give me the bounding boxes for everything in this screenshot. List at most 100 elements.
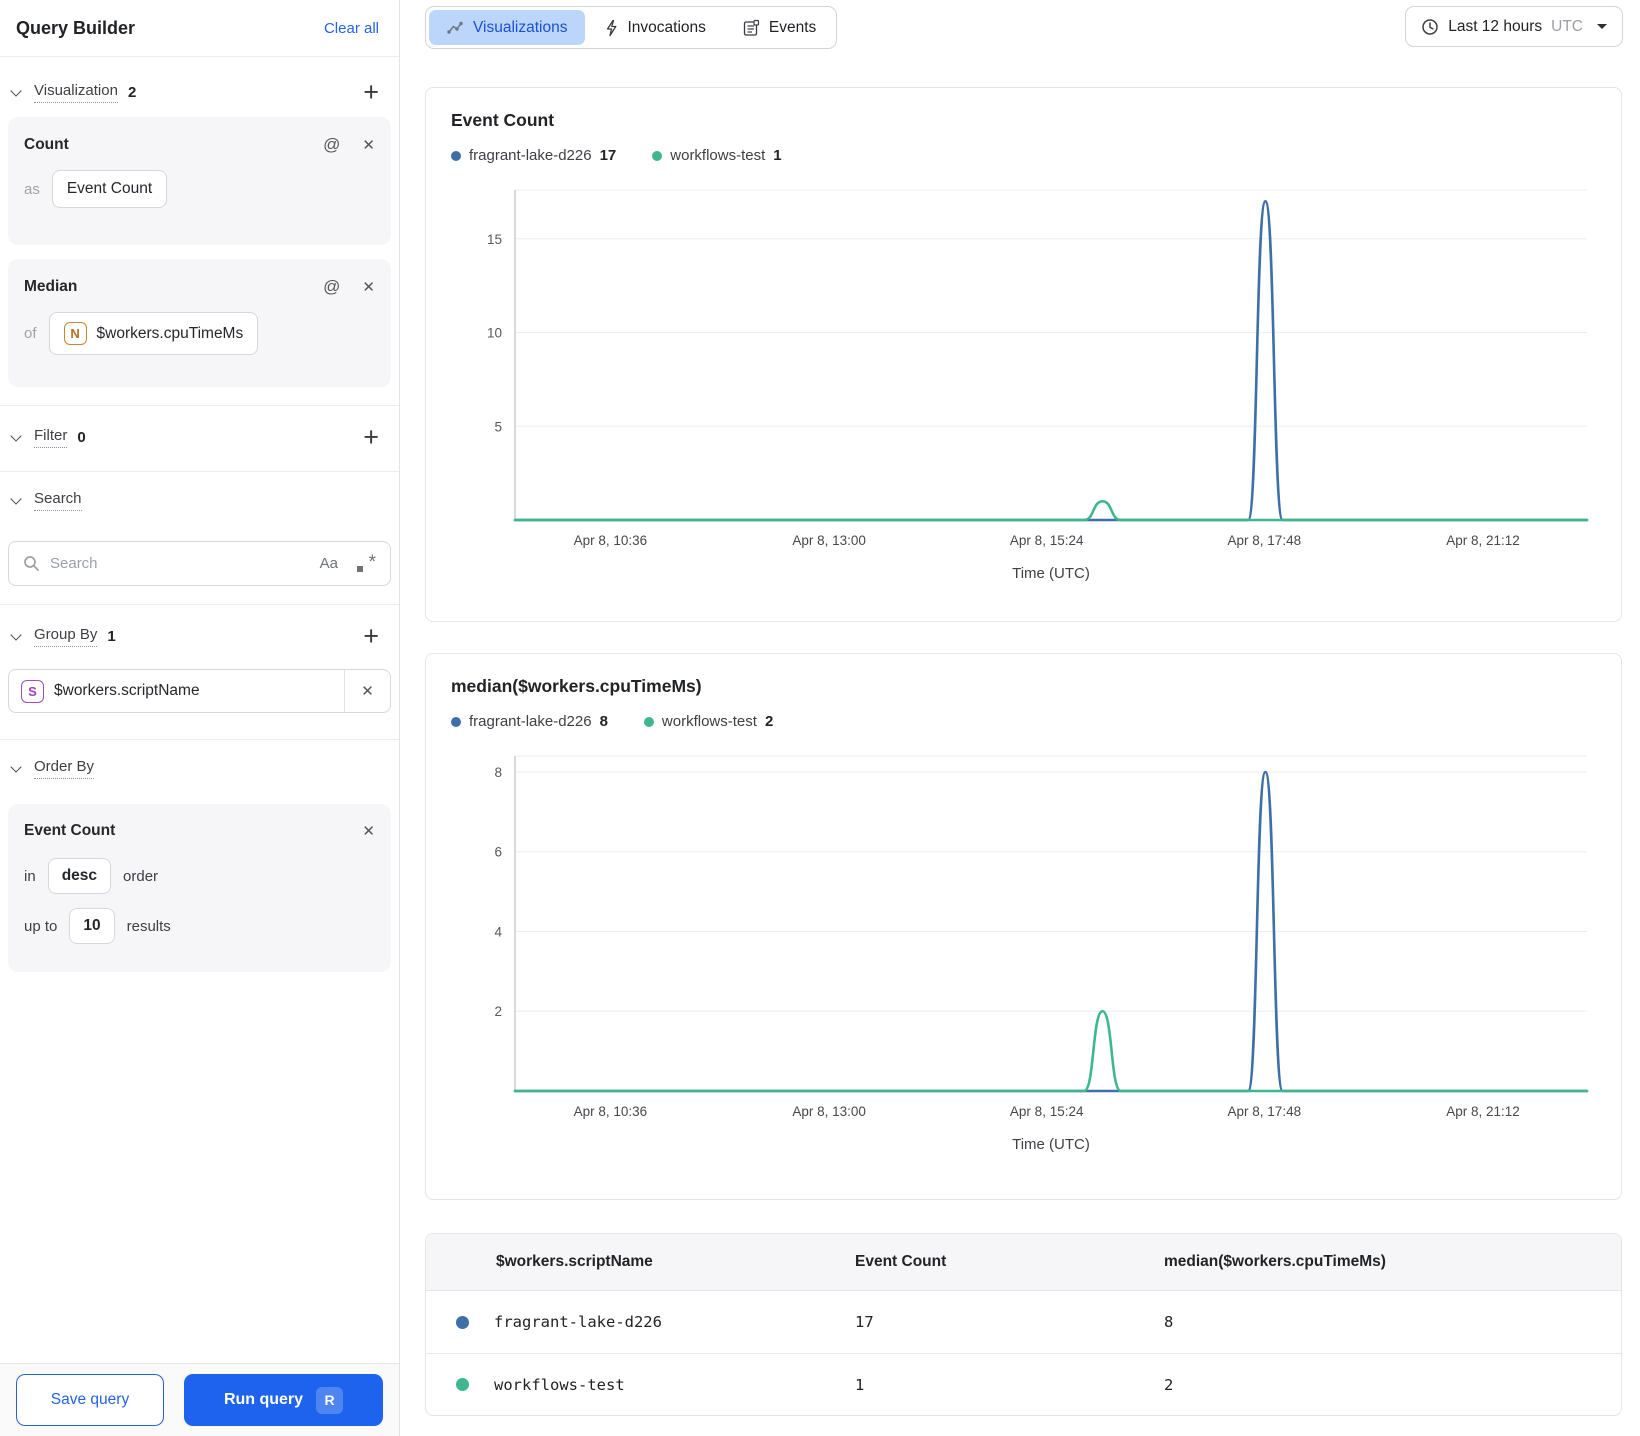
field-value: $workers.cpuTimeMs <box>96 324 244 342</box>
legend-series-value: 17 <box>599 147 617 164</box>
visualization-alias-field[interactable]: Event Count <box>51 170 168 208</box>
case-sensitive-toggle[interactable]: Aa <box>320 555 338 572</box>
add-group-by-button[interactable]: + <box>363 623 379 650</box>
event-count-chart-card: Event Count fragrant-lake-d226 17 workfl… <box>425 87 1622 622</box>
order-by-field: Event Count <box>24 822 116 839</box>
y-tick-label: 4 <box>494 924 502 939</box>
median-cell: 2 <box>1164 1375 1174 1394</box>
topbar: Visualizations Invocations Events Last 1… <box>425 6 1623 49</box>
x-tick-label: Apr 8, 21:12 <box>1446 533 1520 548</box>
table-row[interactable]: workflows-test 1 2 <box>426 1353 1621 1415</box>
chevron-down-icon[interactable] <box>10 492 22 505</box>
chevron-down-icon[interactable] <box>10 628 22 641</box>
group-by-section-header: Group By 1 + <box>0 613 399 659</box>
x-tick-label: Apr 8, 21:12 <box>1446 1104 1520 1119</box>
close-icon[interactable]: ✕ <box>362 278 375 296</box>
sidebar-header: Query Builder Clear all <box>0 0 399 57</box>
x-tick-label: Apr 8, 13:00 <box>792 1104 866 1119</box>
series-line-workflows-test <box>513 500 1588 522</box>
run-shortcut-badge: R <box>316 1386 344 1414</box>
x-tick-label: Apr 8, 15:24 <box>1009 533 1083 548</box>
sidebar-footer: Save query Run query R <box>0 1363 399 1436</box>
order-by-section-label: Order By <box>34 758 95 779</box>
median-field-selector[interactable]: N $workers.cpuTimeMs <box>48 312 259 355</box>
legend-item[interactable]: workflows-test 1 <box>652 147 782 164</box>
clear-all-link[interactable]: Clear all <box>324 20 379 37</box>
main-content: Visualizations Invocations Events Last 1… <box>401 0 1640 1436</box>
group-by-section-label: Group By <box>34 626 98 647</box>
chevron-down-icon[interactable] <box>10 84 22 97</box>
legend-series-name: workflows-test <box>670 147 766 164</box>
y-tick-label: 8 <box>494 765 502 780</box>
y-tick-label: 15 <box>486 232 501 247</box>
legend-series-name: fragrant-lake-d226 <box>469 147 592 164</box>
event-count-cell: 17 <box>855 1313 874 1331</box>
legend-item[interactable]: fragrant-lake-d226 17 <box>451 147 616 164</box>
y-tick-label: 10 <box>486 326 501 341</box>
chart-legend: fragrant-lake-d226 8 workflows-test 2 <box>451 713 1621 730</box>
run-query-label: Run query <box>223 1391 304 1408</box>
chevron-down-icon <box>1597 24 1607 34</box>
add-filter-button[interactable]: + <box>363 424 379 451</box>
run-query-button[interactable]: Run query R <box>184 1374 383 1426</box>
up-to-label: up to <box>24 917 58 935</box>
series-color-dot <box>456 1378 469 1391</box>
y-tick-label: 5 <box>494 419 502 434</box>
tab-label: Invocations <box>627 18 706 36</box>
median-cell: 8 <box>1164 1313 1174 1331</box>
regex-toggle-icon[interactable]: * <box>356 552 376 574</box>
add-visualization-button[interactable]: + <box>363 79 379 106</box>
order-by-section-header: Order By <box>0 746 399 790</box>
at-mention-icon[interactable]: @ <box>323 135 340 155</box>
numeric-field-icon: N <box>63 322 87 345</box>
legend-item[interactable]: workflows-test 2 <box>643 713 773 730</box>
legend-color-dot <box>643 716 654 727</box>
chevron-down-icon[interactable] <box>10 429 22 442</box>
x-tick-label: Apr 8, 15:24 <box>1009 1104 1083 1119</box>
as-label: as <box>24 180 40 198</box>
chevron-down-icon[interactable] <box>10 760 22 773</box>
y-tick-label: 6 <box>494 845 502 860</box>
group-by-item[interactable]: S $workers.scriptName ✕ <box>8 669 391 713</box>
at-mention-icon[interactable]: @ <box>323 277 340 297</box>
table-row[interactable]: fragrant-lake-d226 17 8 <box>426 1291 1621 1353</box>
column-header-median: median($workers.cpuTimeMs) <box>1164 1253 1386 1270</box>
y-tick-label: 2 <box>494 1004 502 1019</box>
tab-invocations[interactable]: Invocations <box>587 10 723 45</box>
search-icon <box>24 556 39 571</box>
aggregation-name: Median <box>24 278 78 295</box>
filter-section-label: Filter <box>34 427 68 448</box>
legend-item[interactable]: fragrant-lake-d226 8 <box>451 713 608 730</box>
close-icon[interactable]: ✕ <box>362 822 375 840</box>
view-tabs: Visualizations Invocations Events <box>425 6 838 49</box>
median-cputime-chart: 2 4 6 8 Apr 8, 10:36 Apr 8, 13:00 Apr 8, 15:24… <box>494 755 1588 1153</box>
filter-section-header: Filter 0 + <box>0 414 399 460</box>
legend-color-dot <box>451 716 461 727</box>
aggregation-name: Count <box>24 136 69 153</box>
timezone-label: UTC <box>1551 17 1583 35</box>
chart-title: median($workers.cpuTimeMs) <box>451 676 702 696</box>
visualization-card-count: Count @ ✕ as Event Count <box>8 117 391 245</box>
of-label: of <box>24 325 37 342</box>
tab-visualizations[interactable]: Visualizations <box>429 10 585 45</box>
save-query-button[interactable]: Save query <box>16 1374 164 1426</box>
time-range-value: Last 12 hours <box>1448 17 1543 35</box>
result-limit-input[interactable]: 10 <box>69 908 115 944</box>
group-by-field: $workers.scriptName <box>54 682 200 699</box>
x-axis-title: Time (UTC) <box>1012 565 1090 582</box>
page-title: Query Builder <box>16 17 136 38</box>
search-input[interactable]: Search Aa * <box>8 541 391 586</box>
in-label: in <box>24 867 36 885</box>
close-icon[interactable]: ✕ <box>362 136 375 154</box>
visualization-section-header: Visualization 2 + <box>0 69 399 115</box>
column-header-script-name: $workers.scriptName <box>496 1253 653 1270</box>
x-tick-label: Apr 8, 17:48 <box>1227 1104 1301 1119</box>
time-range-selector[interactable]: Last 12 hours UTC <box>1405 6 1623 47</box>
x-tick-label: Apr 8, 17:48 <box>1227 533 1301 548</box>
series-line-fragrant-lake-d226 <box>513 200 1588 522</box>
bolt-icon <box>606 19 616 36</box>
remove-group-by-button[interactable]: ✕ <box>344 670 390 712</box>
alias-value: Event Count <box>66 180 153 197</box>
sort-direction-selector[interactable]: desc <box>47 858 112 894</box>
tab-events[interactable]: Events <box>725 10 833 45</box>
